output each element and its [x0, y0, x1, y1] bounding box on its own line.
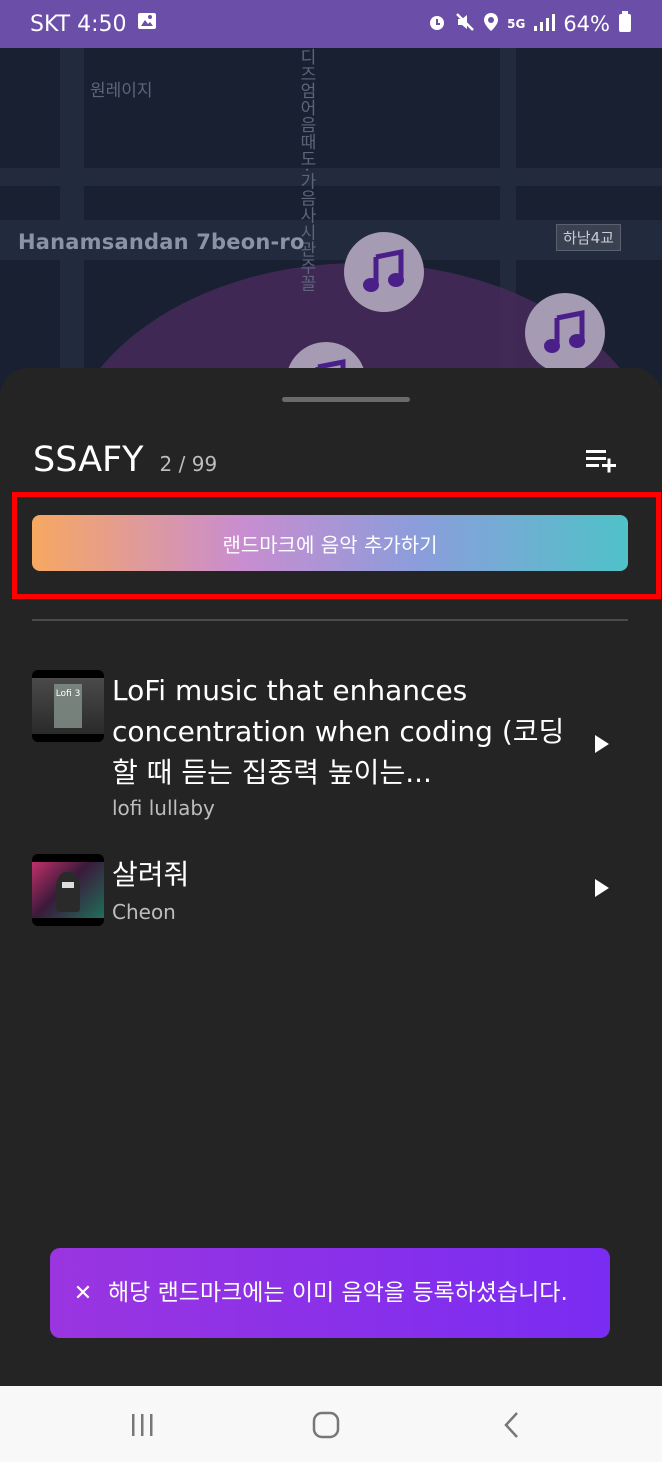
location-icon [483, 12, 499, 37]
image-notification-icon [137, 11, 157, 37]
signal-icon [533, 12, 556, 37]
music-pin[interactable] [344, 232, 424, 312]
music-pin[interactable] [525, 293, 605, 373]
play-icon[interactable] [592, 877, 612, 899]
map-bridge-label: 하남4교 [556, 224, 621, 251]
playlist-add-icon[interactable] [584, 444, 618, 474]
alarm-icon [427, 12, 447, 37]
music-note-icon [544, 309, 585, 353]
album-thumbnail [32, 854, 104, 926]
track-artist: lofi lullaby [112, 796, 215, 820]
track-artist: Cheon [112, 900, 176, 924]
recent-apps-icon[interactable] [122, 1410, 162, 1440]
carrier-time: SKT 4:50 [30, 11, 127, 37]
map-road [0, 168, 662, 186]
battery-icon [618, 10, 632, 38]
map-poi-label: 원레이지 [90, 81, 153, 101]
mute-icon [455, 12, 475, 37]
track-count: 2 / 99 [159, 452, 218, 476]
divider [32, 619, 628, 621]
track-item[interactable]: 살려줘 Cheon [32, 854, 632, 934]
map-view[interactable]: 원레이지 디즈엄어음때도·가음사시관주꼴 Hanamsandan 7beon-r… [0, 48, 662, 408]
track-item[interactable]: Lofi 3 LoFi music that enhances concentr… [32, 670, 632, 830]
track-title: 살려줘 [112, 858, 190, 891]
status-right: 5G 64% [427, 10, 632, 38]
sheet-header: SSAFY 2 / 99 [33, 440, 217, 480]
album-thumbnail: Lofi 3 [32, 670, 104, 742]
status-bar: SKT 4:50 5G 64% [0, 0, 662, 48]
home-icon[interactable] [306, 1410, 346, 1440]
back-icon[interactable] [492, 1410, 532, 1440]
map-street-label: Hanamsandan 7beon-ro [18, 230, 305, 254]
toast-close-icon[interactable]: ✕ [58, 1281, 108, 1306]
system-nav-bar [0, 1386, 662, 1462]
map-vertical-label: 디즈엄어음때도·가음사시관주꼴 [296, 48, 316, 292]
highlight-box [12, 492, 661, 599]
landmark-bottom-sheet: SSAFY 2 / 99 랜드마크에 음악 추가하기 Lofi 3 LoFi m… [0, 368, 662, 1386]
battery-percent: 64% [563, 12, 610, 36]
sheet-drag-handle[interactable] [282, 397, 410, 402]
track-title: LoFi music that enhances concentration w… [112, 674, 565, 789]
toast-message: ✕ 해당 랜드마크에는 이미 음악을 등록하셨습니다. [50, 1248, 610, 1338]
network-5g-icon: 5G [507, 17, 526, 31]
toast-text: 해당 랜드마크에는 이미 음악을 등록하셨습니다. [108, 1280, 568, 1306]
landmark-title: SSAFY [33, 440, 144, 480]
status-left: SKT 4:50 [30, 11, 157, 37]
music-note-icon [363, 248, 404, 292]
thumbnail-text: Lofi 3 [55, 689, 81, 699]
play-icon[interactable] [592, 733, 612, 755]
screen: SKT 4:50 5G 64% 원레이지 디즈엄어음때도·가음사시관주꼴 Han… [0, 0, 662, 1462]
